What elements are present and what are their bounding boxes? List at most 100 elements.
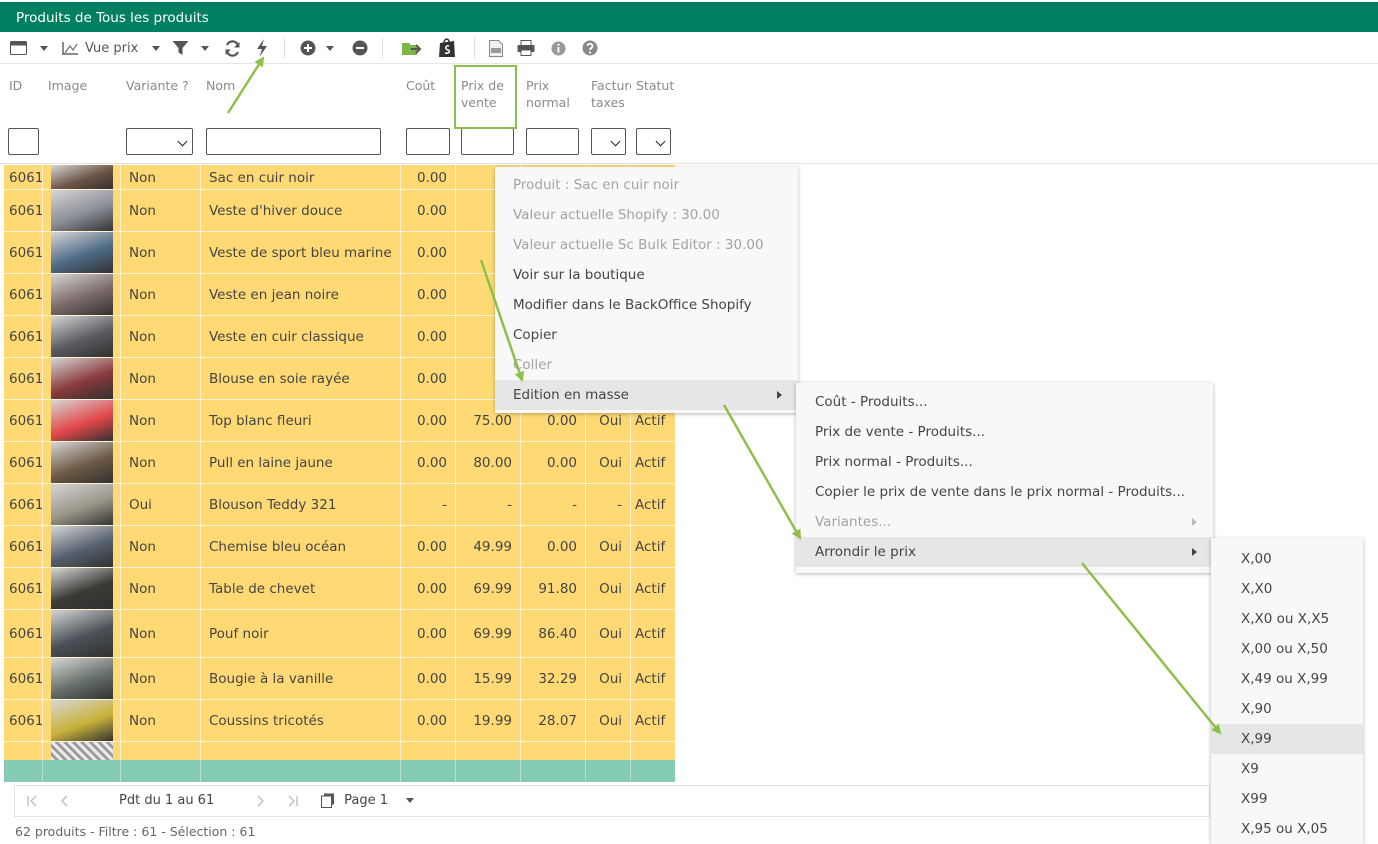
cell-sale-price[interactable]: 80.00 (455, 442, 520, 484)
cell-id[interactable]: 6061 (4, 232, 42, 274)
cell-cost[interactable]: 0.00 (400, 358, 455, 400)
cell-status[interactable]: Actif (630, 610, 675, 658)
bulk-edit-item[interactable]: Prix de vente - Produits... (796, 417, 1213, 447)
cell-tax[interactable]: Oui (585, 610, 630, 658)
cost-filter-input[interactable] (406, 128, 450, 155)
cell-name[interactable]: Veste de sport bleu marine (204, 232, 400, 274)
variant-filter-select[interactable] (126, 128, 193, 155)
export-button[interactable] (400, 32, 422, 64)
cell-sale-price[interactable]: 69.99 (455, 568, 520, 610)
cell-id[interactable]: 6061 (4, 658, 42, 700)
cell-tax[interactable]: Oui (585, 568, 630, 610)
round-price-item[interactable]: X,95 ou X,05 (1211, 814, 1363, 844)
bulk-edit-item[interactable]: Prix normal - Produits... (796, 447, 1213, 477)
cell-cost[interactable]: 0.00 (400, 658, 455, 700)
cell-cost[interactable]: 0.00 (400, 274, 455, 316)
cell-name[interactable]: Bougie à la vanille (204, 658, 400, 700)
cell-cost[interactable]: 0.00 (400, 568, 455, 610)
column-image-header[interactable]: Image (48, 77, 87, 94)
cell-variant[interactable]: Non (124, 316, 200, 358)
cell-status[interactable]: Actif (630, 700, 675, 742)
cell-cost[interactable]: 0.00 (400, 526, 455, 568)
id-filter-input[interactable] (8, 128, 39, 155)
sale-price-filter-input[interactable] (461, 128, 514, 155)
cell-id[interactable]: 6061 (4, 484, 42, 526)
cell-variant[interactable]: Non (124, 232, 200, 274)
cell-cost[interactable]: 0.00 (400, 165, 455, 190)
cell-name[interactable]: Top blanc fleuri (204, 400, 400, 442)
cell-name[interactable]: Veste d'hiver douce (204, 190, 400, 232)
context-menu-item[interactable]: Valeur actuelle Sc Bulk Editor : 30.00 (495, 230, 798, 260)
column-normal-price-header[interactable]: Prix normal (526, 77, 570, 111)
view-selector[interactable]: Vue prix (62, 32, 161, 64)
round-price-item[interactable]: X,00 ou X,50 (1211, 634, 1363, 664)
cell-id[interactable]: 6061 (4, 165, 42, 190)
round-price-item[interactable]: X9 (1211, 754, 1363, 784)
cell-cost[interactable]: 0.00 (400, 700, 455, 742)
cell-normal-price[interactable]: 0.00 (520, 526, 585, 568)
cell-tax[interactable]: Oui (585, 526, 630, 568)
context-menu-item[interactable]: Modifier dans le BackOffice Shopify (495, 290, 798, 320)
column-id-header[interactable]: ID (9, 77, 22, 94)
cell-name[interactable]: Veste en jean noire (204, 274, 400, 316)
cell-id[interactable]: 6061 (4, 400, 42, 442)
cell-name[interactable]: Blouson Teddy 321 (204, 484, 400, 526)
cell-normal-price[interactable]: 0.00 (520, 442, 585, 484)
cell-variant[interactable]: Non (124, 568, 200, 610)
cell-id[interactable]: 6061 (4, 568, 42, 610)
info-button[interactable] (551, 32, 566, 64)
csv-button[interactable] (489, 32, 503, 64)
cell-variant[interactable]: Non (124, 442, 200, 484)
cell-variant[interactable]: Non (124, 274, 200, 316)
cell-sale-price[interactable]: - (455, 484, 520, 526)
cell-status[interactable]: Actif (630, 658, 675, 700)
cell-status[interactable]: Actif (630, 442, 675, 484)
cell-variant[interactable]: Oui (124, 484, 200, 526)
column-cost-header[interactable]: Coût (406, 77, 435, 94)
cell-tax[interactable]: Oui (585, 658, 630, 700)
cell-id[interactable]: 6061 (4, 526, 42, 568)
cell-cost[interactable]: 0.00 (400, 232, 455, 274)
cell-id[interactable]: 6061 (4, 700, 42, 742)
prev-page-button[interactable] (60, 786, 70, 816)
cell-status[interactable]: Actif (630, 526, 675, 568)
round-price-item[interactable]: X,49 ou X,99 (1211, 664, 1363, 694)
cell-id[interactable]: 6061 (4, 316, 42, 358)
cell-variant[interactable]: Non (124, 400, 200, 442)
layout-button[interactable] (10, 32, 48, 64)
cell-id[interactable]: 6061 (4, 358, 42, 400)
add-button[interactable] (300, 32, 334, 64)
cell-name[interactable]: Veste en cuir classique (204, 316, 400, 358)
column-name-header[interactable]: Nom (206, 77, 235, 94)
cell-normal-price[interactable]: - (520, 484, 585, 526)
cell-sale-price[interactable]: 19.99 (455, 700, 520, 742)
cell-normal-price[interactable]: 28.07 (520, 700, 585, 742)
help-button[interactable] (582, 32, 598, 64)
table-row[interactable]: 6061 Non Coussins tricotés 0.00 19.99 28.07 Ou… (4, 700, 675, 742)
cell-tax[interactable]: Oui (585, 442, 630, 484)
cell-cost[interactable]: 0.00 (400, 610, 455, 658)
cell-id[interactable]: 6061 (4, 610, 42, 658)
cell-id[interactable]: 6061 (4, 274, 42, 316)
cell-tax[interactable]: Oui (585, 700, 630, 742)
context-menu-item[interactable]: Copier (495, 320, 798, 350)
filter-button[interactable] (172, 32, 209, 64)
cell-cost[interactable]: 0.00 (400, 316, 455, 358)
cell-tax[interactable]: - (585, 484, 630, 526)
bulk-edit-item[interactable]: Copier le prix de vente dans le prix nor… (796, 477, 1213, 507)
round-price-item[interactable]: X,99 (1211, 724, 1363, 754)
tax-filter-select[interactable] (591, 128, 626, 155)
table-row[interactable]: 6061 Non Chemise bleu océan 0.00 49.99 0.00 Ou… (4, 526, 675, 568)
cell-normal-price[interactable]: 91.80 (520, 568, 585, 610)
name-filter-input[interactable] (206, 128, 381, 155)
bulk-edit-item[interactable]: Arrondir le prix (796, 537, 1213, 567)
column-status-header[interactable]: Statut (636, 77, 674, 94)
cell-cost[interactable]: - (400, 484, 455, 526)
round-price-item[interactable]: X99 (1211, 784, 1363, 814)
cell-normal-price[interactable]: 86.40 (520, 610, 585, 658)
cell-name[interactable]: Pouf noir (204, 610, 400, 658)
cell-name[interactable]: Chemise bleu océan (204, 526, 400, 568)
cell-variant[interactable]: Non (124, 658, 200, 700)
first-page-button[interactable] (26, 786, 38, 816)
remove-button[interactable] (352, 32, 368, 64)
